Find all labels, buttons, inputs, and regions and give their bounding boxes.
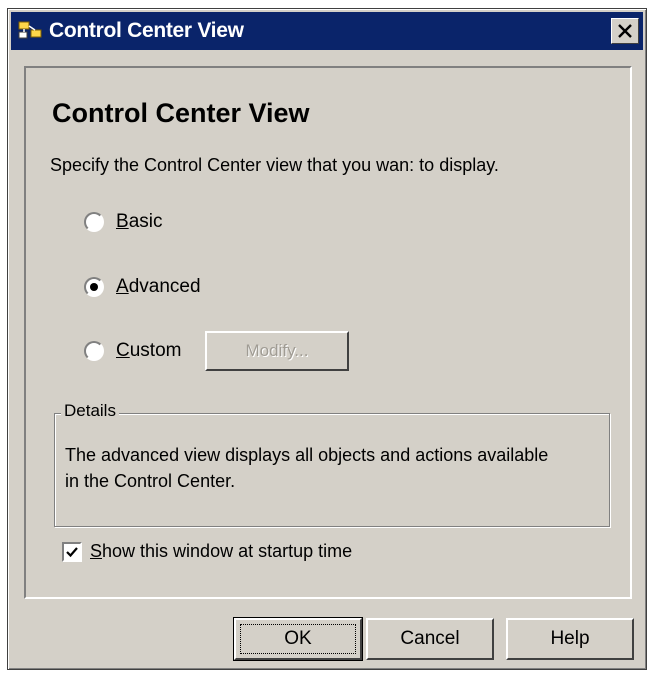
startup-checkbox[interactable]	[62, 542, 82, 562]
startup-checkbox-label: Show this window at startup time	[90, 541, 353, 561]
radio-selected-dot	[90, 283, 98, 291]
content-panel: Control Center View Specify the Control …	[24, 66, 632, 599]
check-icon	[66, 547, 78, 558]
radio-advanced-circle[interactable]	[84, 277, 104, 297]
details-legend: Details	[61, 401, 119, 421]
dialog-window: Control Center View Control Center View …	[7, 8, 647, 670]
radio-advanced-label: Advanced	[116, 276, 201, 297]
close-button[interactable]	[611, 18, 639, 44]
modify-button-label: Modify...	[245, 341, 309, 360]
radio-basic-label: Basic	[116, 211, 163, 232]
details-group: Details The advanced view displays all o…	[54, 401, 610, 527]
radio-custom-label: Custom	[116, 340, 182, 361]
window-title: Control Center View	[49, 19, 244, 42]
title-bar[interactable]: Control Center View	[11, 12, 643, 50]
modify-button[interactable]: Modify...	[205, 331, 349, 371]
details-text: The advanced view displays all objects a…	[65, 445, 549, 491]
window-icon	[17, 18, 47, 44]
ok-button[interactable]: OK	[234, 618, 362, 660]
ok-button-label: OK	[240, 624, 356, 654]
cancel-button[interactable]: Cancel	[366, 618, 494, 660]
instruction-text: Specify the Control Center view that you…	[50, 155, 499, 175]
radio-basic-circle[interactable]	[84, 212, 104, 232]
radio-custom-circle[interactable]	[84, 341, 104, 361]
panel-heading: Control Center View	[52, 98, 310, 128]
help-button[interactable]: Help	[506, 618, 634, 660]
